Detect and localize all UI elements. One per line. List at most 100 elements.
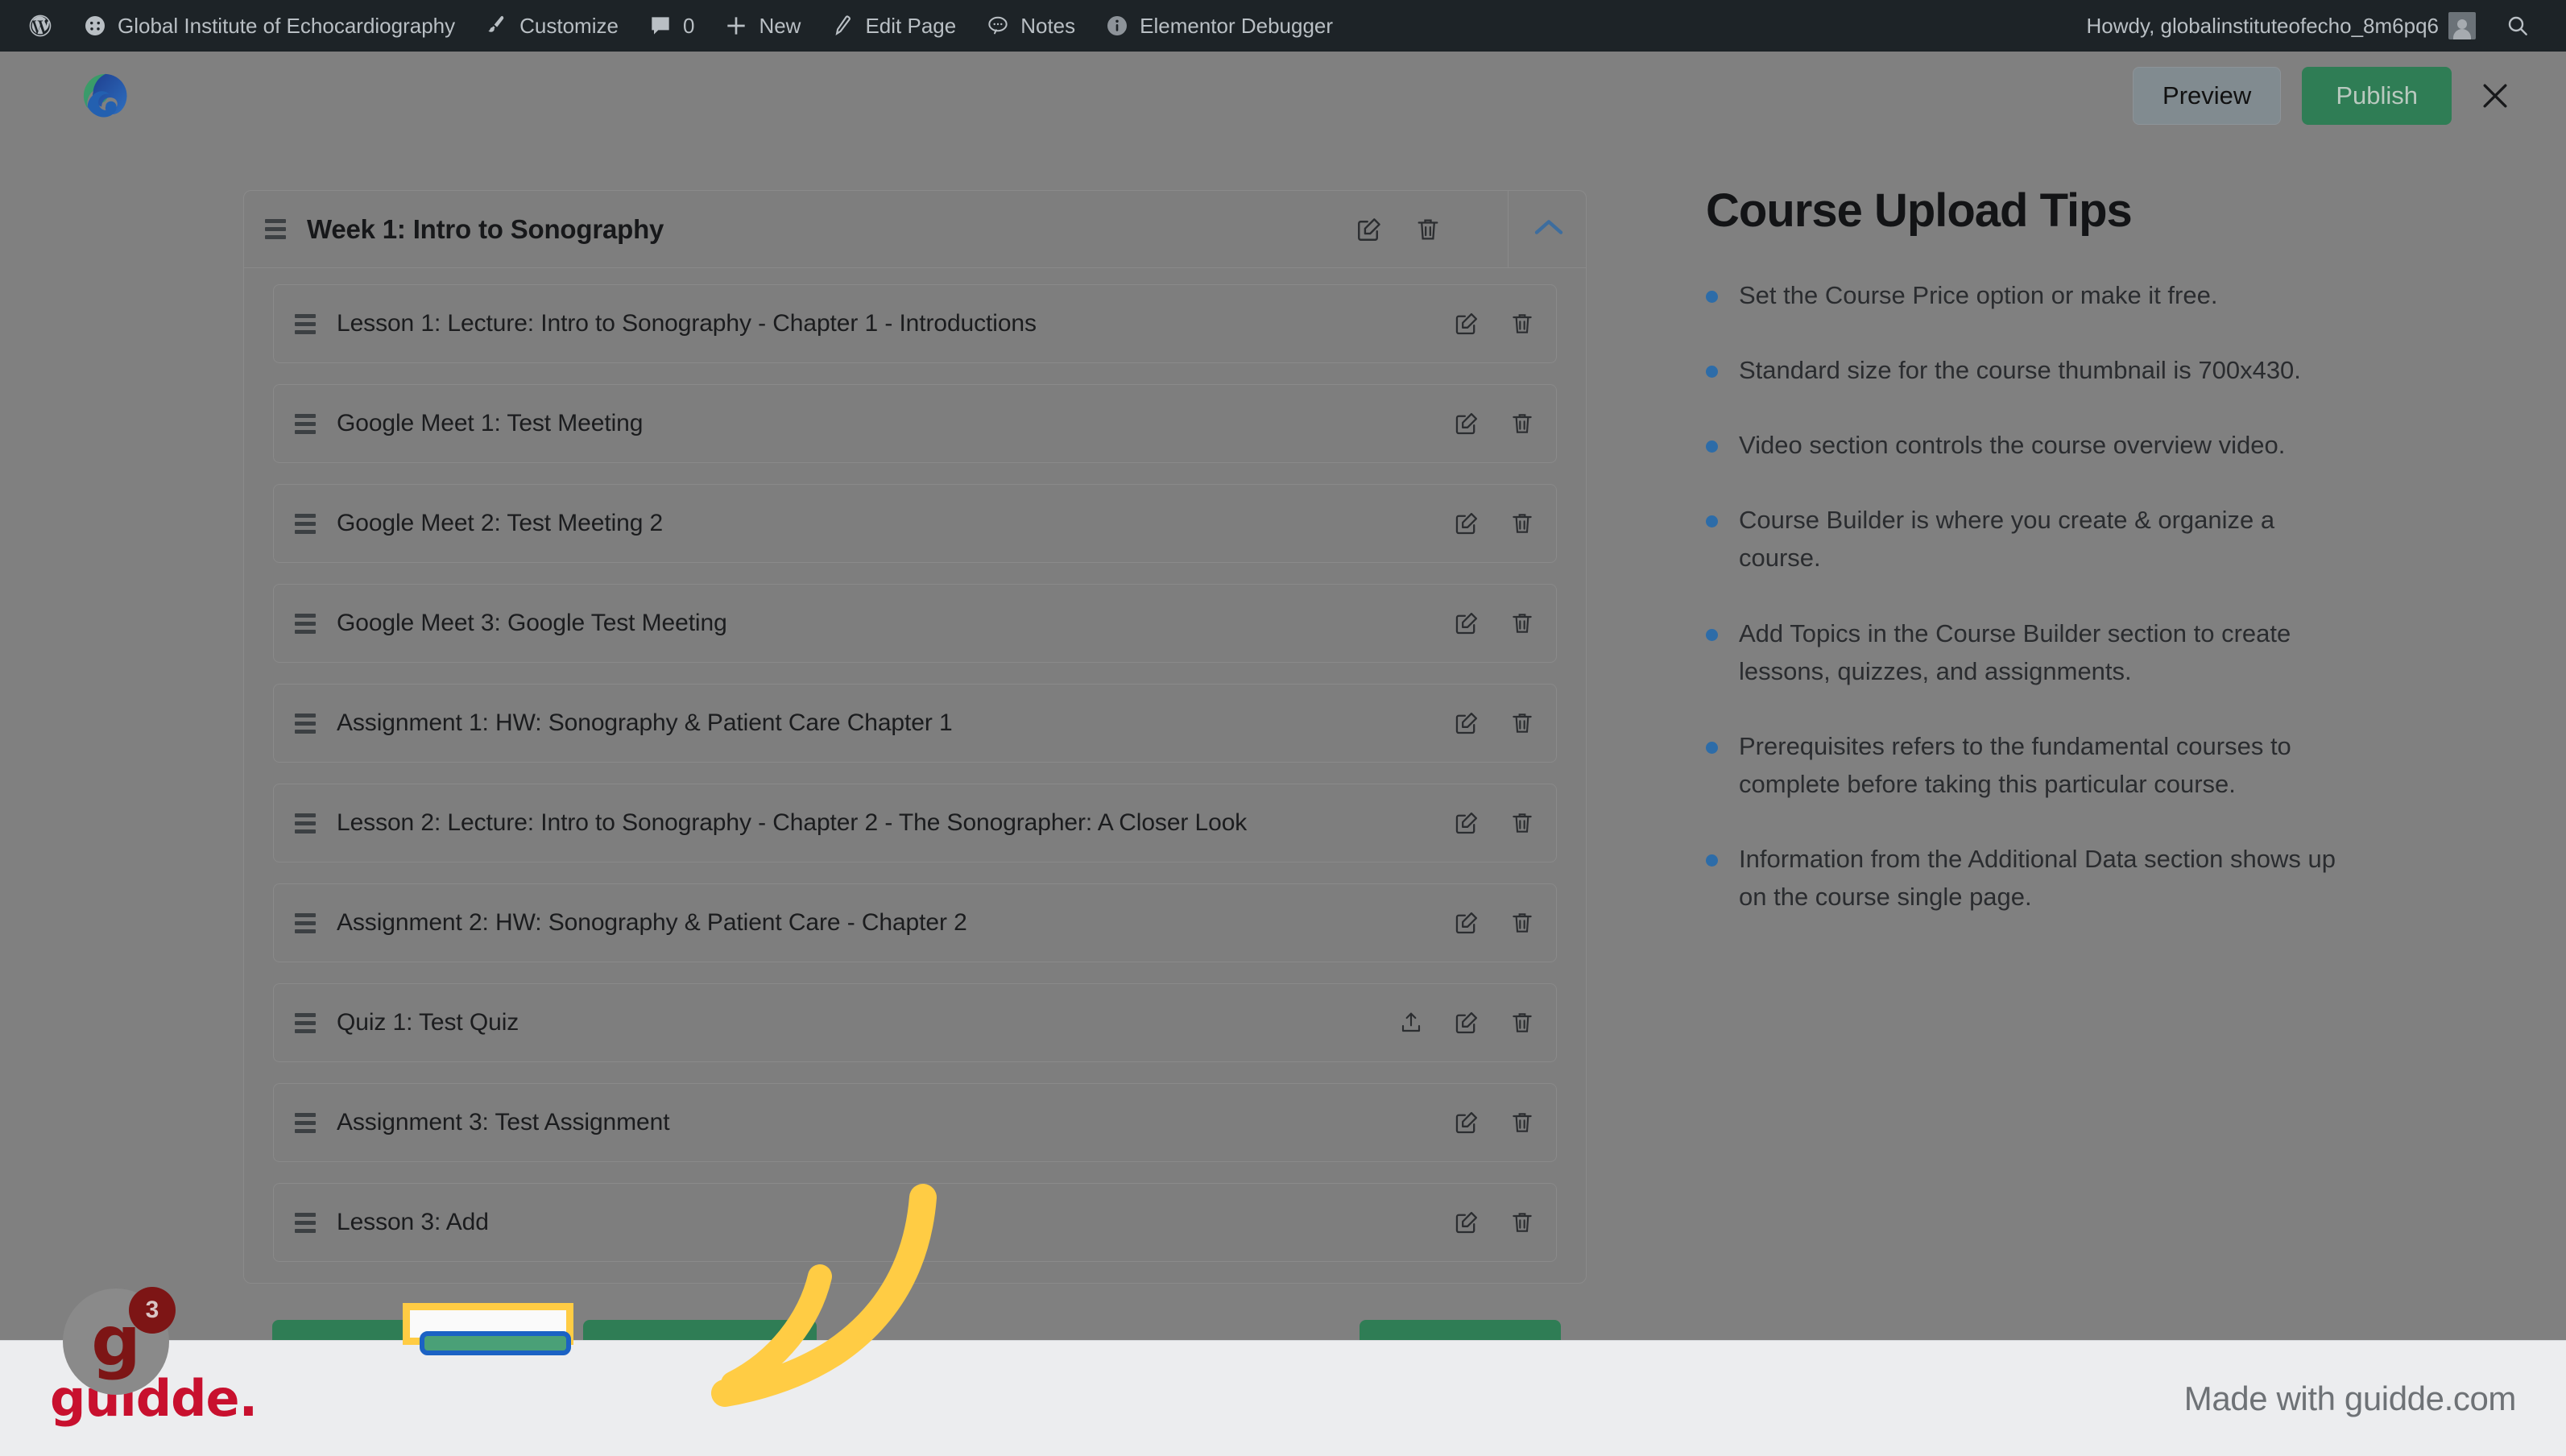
drag-handle-icon[interactable] (295, 1212, 319, 1233)
topic-header: Week 1: Intro to Sonography (244, 190, 1586, 268)
delete-content-button[interactable] (1509, 710, 1535, 736)
trash-icon (1509, 514, 1535, 539)
edit-content-button[interactable] (1453, 310, 1480, 337)
delete-content-button[interactable] (1509, 511, 1535, 536)
table-row[interactable]: Assignment 2: HW: Sonography & Patient C… (273, 883, 1557, 962)
tip-text: Course Builder is where you create & org… (1739, 506, 2275, 573)
delete-content-button[interactable] (1509, 311, 1535, 337)
edit-content-button[interactable] (1453, 909, 1480, 937)
adminbar-elementor-debugger[interactable]: Elementor Debugger (1090, 0, 1347, 52)
row-title: Google Meet 2: Test Meeting 2 (337, 510, 664, 536)
export-icon (1398, 1012, 1424, 1038)
adminbar-account[interactable]: Howdy, globalinstituteofecho_8m6pq6 (2072, 0, 2490, 52)
tip-text: Prerequisites refers to the fundamental … (1739, 731, 2291, 798)
delete-topic-button[interactable] (1414, 216, 1442, 243)
table-row[interactable]: Lesson 3: Add (273, 1183, 1557, 1262)
edit-content-button[interactable] (1453, 410, 1480, 437)
edit-content-button[interactable] (1453, 1109, 1480, 1136)
table-row[interactable]: Google Meet 3: Google Test Meeting (273, 584, 1557, 663)
delete-content-button[interactable] (1509, 1010, 1535, 1036)
click-highlight-box (403, 1303, 573, 1355)
trash-icon (1509, 813, 1535, 838)
guidde-footer: guidde. Made with guidde.com (0, 1340, 2566, 1456)
adminbar-search[interactable] (2490, 0, 2545, 52)
edit-content-button[interactable] (1453, 1009, 1480, 1036)
collapse-topic-button[interactable] (1508, 190, 1565, 268)
tip-text: Information from the Additional Data sec… (1739, 844, 2336, 912)
adminbar-elementor-label: Elementor Debugger (1140, 13, 1334, 38)
row-actions (1453, 809, 1535, 837)
edit-content-button[interactable] (1453, 709, 1480, 737)
adminbar-edit-page[interactable]: Edit Page (815, 0, 971, 52)
delete-content-button[interactable] (1509, 610, 1535, 636)
adminbar-notes[interactable]: Notes (971, 0, 1090, 52)
drag-handle-icon[interactable] (295, 413, 319, 434)
drag-handle-icon[interactable] (295, 1112, 319, 1133)
tip-text: Set the Course Price option or make it f… (1739, 281, 2218, 309)
table-row[interactable]: Google Meet 2: Test Meeting 2 (273, 484, 1557, 563)
table-row[interactable]: Google Meet 1: Test Meeting (273, 384, 1557, 463)
drag-handle-icon[interactable] (295, 713, 319, 734)
adminbar-new[interactable]: New (709, 0, 815, 52)
site-icon (82, 13, 108, 39)
edit-topic-button[interactable] (1355, 215, 1384, 244)
drag-handle-icon[interactable] (295, 1012, 319, 1033)
row-actions (1453, 610, 1535, 637)
table-row[interactable]: Assignment 1: HW: Sonography & Patient C… (273, 684, 1557, 763)
edit-content-button[interactable] (1453, 1209, 1480, 1236)
drag-handle-icon[interactable] (295, 313, 319, 334)
tip-text: Video section controls the course overvi… (1739, 431, 2286, 460)
delete-content-button[interactable] (1509, 810, 1535, 836)
drag-handle-icon[interactable] (295, 513, 319, 534)
course-builder-topic: Week 1: Intro to Sonography Lesson 1: Le… (243, 190, 1587, 1284)
adminbar-comments[interactable]: 0 (633, 0, 709, 52)
table-row[interactable]: Quiz 1: Test Quiz (273, 983, 1557, 1062)
trash-icon (1509, 614, 1535, 639)
table-row[interactable]: Assignment 3: Test Assignment (273, 1083, 1557, 1162)
row-title: Lesson 3: Add (337, 1209, 489, 1235)
list-item: Add Topics in the Course Builder section… (1706, 614, 2366, 690)
row-title: Assignment 2: HW: Sonography & Patient C… (337, 909, 967, 936)
topic-title: Week 1: Intro to Sonography (307, 213, 664, 244)
row-actions (1453, 1109, 1535, 1136)
drag-handle-icon[interactable] (265, 219, 289, 239)
delete-content-button[interactable] (1509, 910, 1535, 936)
row-actions (1453, 1209, 1535, 1236)
drag-handle-icon[interactable] (295, 613, 319, 634)
avatar (2448, 12, 2476, 39)
drag-handle-icon[interactable] (295, 813, 319, 833)
row-title: Assignment 1: HW: Sonography & Patient C… (337, 709, 953, 736)
preview-button[interactable]: Preview (2133, 67, 2282, 125)
close-button[interactable] (2473, 73, 2518, 118)
row-actions (1453, 410, 1535, 437)
table-row[interactable]: Lesson 2: Lecture: Intro to Sonography -… (273, 784, 1557, 862)
trash-icon (1509, 1013, 1535, 1038)
edit-icon (1453, 1111, 1480, 1139)
list-item: Standard size for the course thumbnail i… (1706, 351, 2366, 389)
tip-text: Add Topics in the Course Builder section… (1739, 618, 2291, 685)
adminbar-customize[interactable]: Customize (470, 0, 633, 52)
edit-icon (1453, 412, 1480, 440)
publish-button[interactable]: Publish (2302, 67, 2452, 125)
adminbar-site-name[interactable]: Global Institute of Echocardiography (68, 0, 470, 52)
edit-icon (1453, 512, 1480, 540)
search-icon (2505, 13, 2531, 39)
table-row[interactable]: Lesson 1: Lecture: Intro to Sonography -… (273, 284, 1557, 363)
bullet-icon (1706, 515, 1718, 528)
edit-content-button[interactable] (1453, 610, 1480, 637)
trash-icon (1509, 1113, 1535, 1138)
delete-content-button[interactable] (1509, 1210, 1535, 1235)
row-actions (1453, 310, 1535, 337)
app-screenshot: Global Institute of Echocardiography Cus… (0, 0, 2566, 1456)
wp-logo-menu[interactable] (21, 0, 68, 52)
list-item: Video section controls the course overvi… (1706, 426, 2366, 464)
edit-content-button[interactable] (1453, 809, 1480, 837)
export-quiz-button[interactable] (1398, 1010, 1424, 1036)
bullet-icon (1706, 854, 1718, 867)
highlighted-add-lesson-button[interactable] (420, 1331, 571, 1355)
delete-content-button[interactable] (1509, 411, 1535, 436)
drag-handle-icon[interactable] (295, 912, 319, 933)
edit-content-button[interactable] (1453, 510, 1480, 537)
plus-icon (723, 13, 749, 39)
delete-content-button[interactable] (1509, 1110, 1535, 1135)
